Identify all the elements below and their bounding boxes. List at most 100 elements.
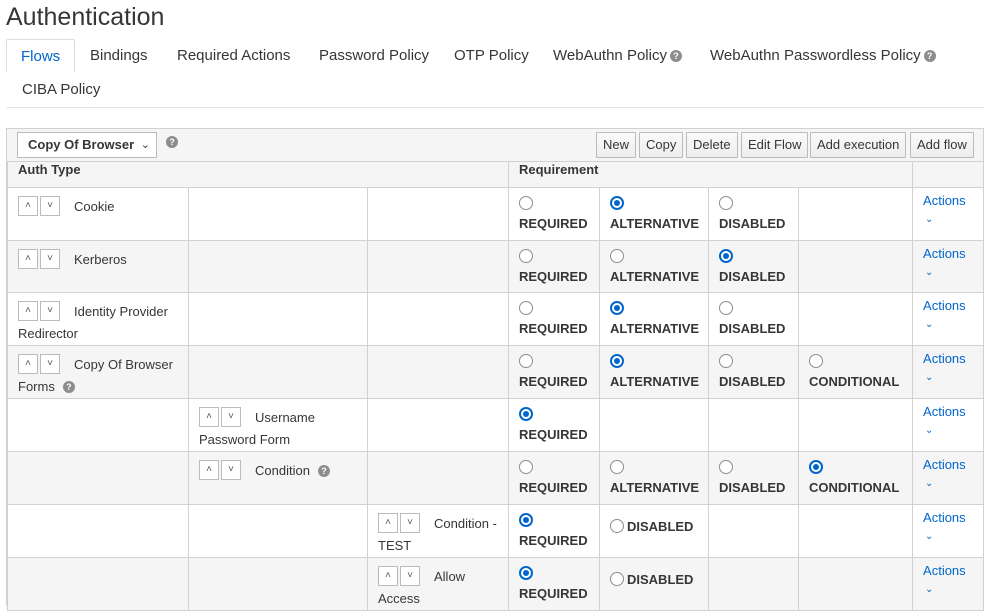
chevron-down-icon[interactable]: ⌄ — [925, 372, 983, 383]
empty-cell — [708, 503, 799, 558]
move-down-button[interactable]: ˅ — [400, 565, 420, 586]
chevron-down-icon[interactable]: ⌄ — [925, 319, 983, 330]
empty-cell — [7, 451, 189, 505]
radio-label: ALTERNATIVE — [610, 321, 700, 336]
radio-label: ALTERNATIVE — [610, 480, 700, 495]
requirement-cell: ALTERNATIVE — [599, 451, 709, 505]
radio-disabled[interactable] — [610, 571, 624, 586]
move-up-button[interactable]: ˄ — [18, 354, 38, 374]
empty-cell — [797, 398, 914, 452]
radio-required[interactable] — [519, 196, 533, 210]
actions-dropdown[interactable]: Actions — [923, 563, 983, 578]
radio-conditional[interactable] — [809, 354, 823, 368]
radio-alternative[interactable] — [610, 354, 624, 368]
move-up-button[interactable]: ˄ — [199, 460, 219, 480]
radio-label: REQUIRED — [519, 585, 588, 601]
actions-dropdown[interactable]: Actions — [923, 458, 983, 472]
radio-required[interactable] — [519, 565, 533, 580]
radio-required[interactable] — [519, 460, 533, 474]
chevron-down-icon[interactable]: ⌄ — [925, 478, 983, 489]
table-row: ˄ ˅ Identity Provider Redirector REQUIRED AL… — [7, 292, 985, 346]
actions-cell: Actions ⌄ — [912, 187, 985, 241]
actions-dropdown[interactable]: Actions — [923, 352, 983, 366]
tab-bindings[interactable]: Bindings — [90, 39, 148, 73]
radio-required[interactable] — [519, 248, 533, 263]
chevron-down-icon[interactable]: ⌄ — [925, 425, 983, 436]
execution-name: Condition — [255, 463, 310, 478]
radio-label: DISABLED — [719, 268, 786, 284]
actions-cell: Actions ⌄ — [912, 239, 985, 293]
radio-conditional[interactable] — [809, 460, 823, 474]
move-up-button[interactable]: ˄ — [18, 248, 38, 269]
radio-disabled[interactable] — [719, 301, 733, 315]
radio-alternative[interactable] — [610, 196, 624, 210]
tab-flows[interactable]: Flows — [6, 39, 76, 73]
question-circle-icon: ? — [669, 50, 682, 62]
radio-required[interactable] — [519, 354, 533, 368]
tab-webauthn-policy[interactable]: WebAuthn Policy? — [553, 39, 682, 73]
radio-alternative[interactable] — [610, 301, 624, 315]
move-down-button[interactable]: ˅ — [40, 301, 60, 321]
radio-required[interactable] — [519, 301, 533, 315]
radio-label: DISABLED — [719, 216, 786, 231]
flow-select[interactable]: Copy Of Browser ⌄ — [17, 132, 157, 158]
empty-cell — [188, 556, 368, 611]
actions-dropdown[interactable]: Actions — [923, 299, 983, 313]
move-down-button[interactable]: ˅ — [40, 196, 60, 216]
add-execution-button[interactable]: Add execution — [810, 132, 907, 158]
actions-cell: Actions ⌄ — [912, 292, 985, 346]
execution-name: Cookie — [74, 199, 115, 214]
move-up-button[interactable]: ˄ — [199, 407, 219, 427]
radio-label: DISABLED — [719, 374, 786, 389]
radio-option[interactable]: DISABLED — [610, 563, 708, 589]
tab-required-actions[interactable]: Required Actions — [177, 39, 290, 73]
move-up-button[interactable]: ˄ — [18, 301, 38, 321]
radio-disabled[interactable] — [719, 248, 733, 263]
col-header-requirement: Requirement — [507, 161, 914, 188]
actions-dropdown[interactable]: Actions — [923, 405, 983, 419]
col-header-auth-type: Auth Type — [7, 161, 509, 188]
page-title: Authentication — [6, 3, 165, 31]
tab-ciba-policy[interactable]: CIBA Policy — [22, 73, 100, 107]
tab-webauthn-passwordless-policy[interactable]: WebAuthn Passwordless Policy? — [710, 39, 936, 73]
delete-button[interactable]: Delete — [686, 132, 738, 158]
radio-disabled[interactable] — [719, 196, 733, 210]
actions-dropdown[interactable]: Actions — [923, 194, 983, 208]
edit-flow-button[interactable]: Edit Flow — [741, 132, 809, 158]
auth-type-cell: ˄ ˅ Condition? — [188, 451, 368, 505]
copy-button[interactable]: Copy — [639, 132, 684, 158]
empty-cell — [188, 187, 368, 241]
move-up-button[interactable]: ˄ — [18, 196, 38, 216]
move-down-button[interactable]: ˅ — [221, 407, 241, 427]
add-flow-button[interactable]: Add flow — [910, 132, 974, 158]
actions-dropdown[interactable]: Actions — [923, 246, 983, 261]
chevron-down-icon[interactable]: ⌄ — [925, 267, 983, 278]
requirement-cell: ALTERNATIVE — [599, 239, 709, 293]
tab-otp-policy[interactable]: OTP Policy — [454, 39, 529, 73]
radio-required[interactable] — [519, 512, 533, 527]
move-up-button[interactable]: ˄ — [378, 512, 398, 533]
radio-disabled[interactable] — [719, 460, 733, 474]
move-up-button[interactable]: ˄ — [378, 565, 398, 586]
move-down-button[interactable]: ˅ — [40, 248, 60, 269]
move-down-button[interactable]: ˅ — [40, 354, 60, 374]
radio-label: ALTERNATIVE — [610, 374, 700, 389]
radio-alternative[interactable] — [610, 248, 624, 263]
radio-label: CONDITIONAL — [809, 374, 900, 389]
radio-alternative[interactable] — [610, 460, 624, 474]
actions-dropdown[interactable]: Actions — [923, 510, 983, 525]
radio-disabled[interactable] — [610, 518, 624, 533]
new-button[interactable]: New — [596, 132, 637, 158]
chevron-down-icon[interactable]: ⌄ — [925, 531, 983, 542]
table-row: ˄ ˅ Condition - TEST REQUIRED DISABLED Action… — [7, 503, 985, 558]
tab-password-policy[interactable]: Password Policy — [319, 39, 429, 73]
move-down-button[interactable]: ˅ — [400, 512, 420, 533]
radio-option[interactable]: DISABLED — [610, 510, 708, 536]
chevron-down-icon[interactable]: ⌄ — [925, 584, 983, 595]
move-down-button[interactable]: ˅ — [221, 460, 241, 480]
radio-disabled[interactable] — [719, 354, 733, 368]
actions-cell: Actions ⌄ — [912, 556, 985, 611]
radio-required[interactable] — [519, 407, 533, 421]
auth-type-cell: ˄ ˅ Condition - TEST — [367, 503, 509, 558]
chevron-down-icon[interactable]: ⌄ — [925, 214, 983, 225]
